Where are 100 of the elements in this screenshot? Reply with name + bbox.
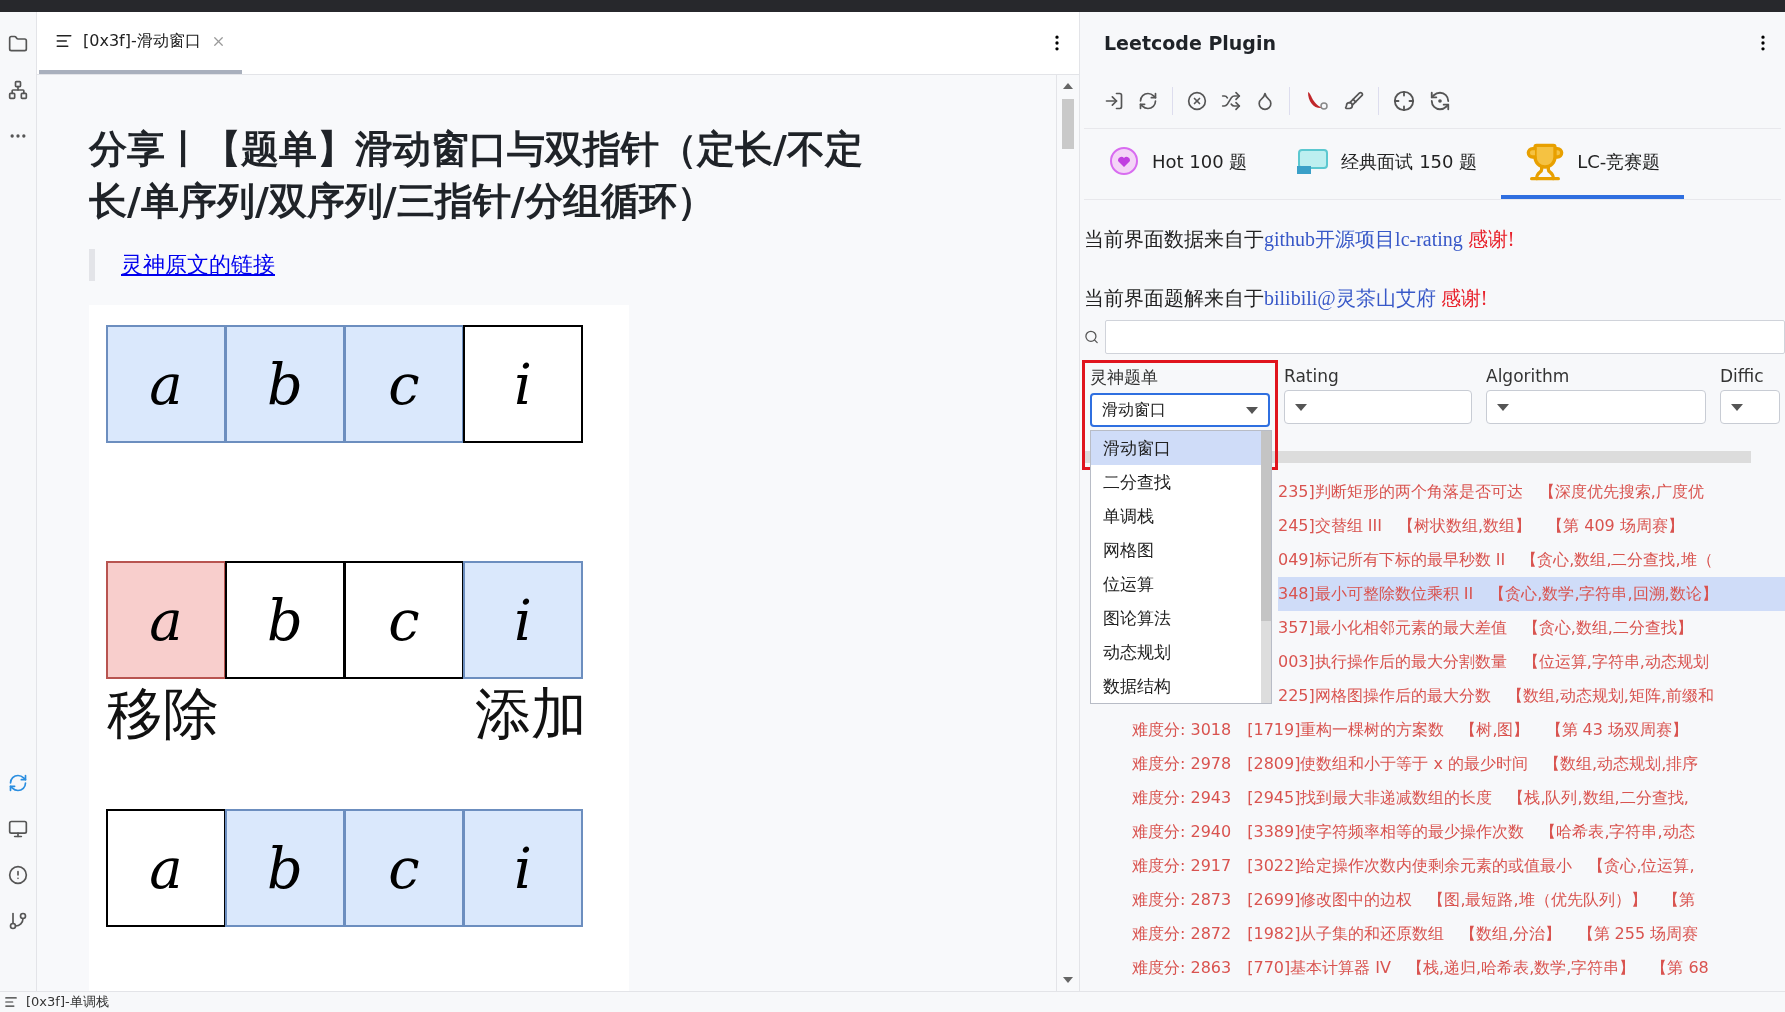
tag-text: 【第 409 场周赛】 [1547,515,1684,537]
problem-title: 357]最小化相邻元素的最大差值 [1278,617,1507,639]
dropdown-option[interactable]: 动态规划 [1091,635,1261,669]
problem-title: [1982]从子集的和还原数组 [1247,923,1445,945]
dropdown-option[interactable]: 数据结构 [1091,669,1261,703]
tag-text: 【数组,分治】 [1460,923,1562,945]
tag-text: 【数组,动态规划,矩阵,前缀和 [1506,685,1715,707]
folder-icon[interactable] [8,34,28,54]
sync-icon[interactable] [8,773,28,793]
problems-icon[interactable] [8,865,28,885]
tag-text: 【贪心,位运算, [1588,855,1695,877]
letter-cell: b [225,325,345,443]
shuffle-icon[interactable] [1221,91,1241,111]
letter-cell: b [225,809,345,927]
tag-text: 【栈,递归,哈希表,数学,字符串】 [1407,957,1636,979]
category-tab[interactable]: 经典面试 150 题 [1271,129,1502,199]
problem-title: [3022]给定操作次数内使剩余元素的或值最小 [1247,855,1573,877]
letter-cell: a [106,325,226,443]
dropdown-option[interactable]: 网格图 [1091,533,1261,567]
problem-row[interactable]: 难度分: 2873 [2699]修改图中的边权 【图,最短路,堆（优先队列）】 【第 [1080,883,1785,917]
search-field[interactable] [1105,320,1785,354]
letter-cell: c [344,325,464,443]
problem-title: 225]网格图操作后的最大分数 [1278,685,1491,707]
git-icon[interactable] [8,911,28,931]
tag-text: 【贪心,数学,字符串,回溯,数论】 [1489,583,1718,605]
problem-title: [3389]使字符频率相等的最少操作次数 [1247,821,1525,843]
problem-row[interactable]: 049]标记所有下标的最早秒数 II 【贪心,数组,二分查找,堆（ [1278,543,1785,577]
dropdown-option[interactable]: 二分查找 [1091,465,1261,499]
crosshair-icon[interactable] [1393,90,1415,112]
tag-text: 【第 43 场双周赛】 [1545,719,1689,741]
rating-text: 难度分: 2873 [1132,889,1232,911]
reload-icon[interactable] [1429,90,1451,112]
refresh-icon[interactable] [1138,91,1158,111]
top-badge-icon [1295,148,1330,176]
problem-row[interactable]: 245]交替组 III 【树状数组,数组】 【第 409 场周赛】 [1278,509,1785,543]
tag-text: 【栈,队列,数组,二分查找, [1508,787,1689,809]
broom-icon[interactable] [1344,91,1364,111]
credit-link[interactable]: github开源项目lc-rating [1264,228,1463,250]
problem-row[interactable]: 难度分: 2940 [3389]使字符频率相等的最少操作次数 【哈希表,字符串,动态 [1080,815,1785,849]
dropdown-option[interactable]: 位运算 [1091,567,1261,601]
filter-select[interactable] [1720,390,1780,424]
rating-text: 难度分: 3018 [1132,719,1232,741]
remove-label: 移除 [107,680,219,748]
letter-cell: a [106,561,226,679]
terminal-icon[interactable] [8,819,28,839]
problem-title: 049]标记所有下标的最早秒数 II [1278,549,1506,571]
problem-title: 003]执行操作后的最大分割数量 [1278,651,1507,673]
problem-row[interactable]: 难度分: 2943 [2945]找到最大非递减数组的长度 【栈,队列,数组,二分查找, [1080,781,1785,815]
tag-text: 【树,图】 [1460,719,1530,741]
article-heading: 分享丨【题单】滑动窗口与双指针（定长/不定长/单序列/双序列/三指针/分组循环） [89,126,864,225]
problem-row[interactable]: 难度分: 2917 [3022]给定操作次数内使剩余元素的或值最小 【贪心,位运算, [1080,849,1785,883]
problem-row[interactable]: 235]判断矩形的两个角落是否可达 【深度优先搜索,广度优 [1278,475,1785,509]
structure-icon[interactable] [8,80,28,100]
problem-title: 235]判断矩形的两个角落是否可达 [1278,481,1523,503]
panel-title: Leetcode Plugin [1104,32,1276,54]
tag-text: 【哈希表,字符串,动态 [1540,821,1695,843]
heart-chat-icon [1108,146,1140,178]
scrollbar[interactable] [1261,431,1271,703]
letter-cell: c [344,809,464,927]
tag-text: 【图,最短路,堆（优先队列）】 [1428,889,1647,911]
problem-title: [2809]使数组和小于等于 x 的最少时间 [1247,753,1529,775]
problem-row[interactable]: 357]最小化相邻元素的最大差值 【贪心,数组,二分查找】 [1278,611,1785,645]
filter-select[interactable]: 滑动窗口 [1090,393,1270,427]
tag-text: 【第 255 场周赛 [1577,923,1699,945]
problem-title: 348]最小可整除数位乘积 II [1278,583,1474,605]
credit-text: 当前界面数据来自于github开源项目lc-rating 感谢! [1084,227,1516,253]
trophy-icon [1525,142,1566,182]
close-circle-icon[interactable] [1187,91,1207,111]
dropdown-option[interactable]: 图论算法 [1091,601,1261,635]
letter-cell: i [463,561,583,679]
login-icon[interactable] [1104,91,1124,111]
tag-text: 【深度优先搜索,广度优 [1538,481,1704,503]
category-tab[interactable]: Hot 100 题 [1084,129,1272,199]
dropdown-option[interactable]: 滑动窗口 [1091,431,1261,465]
problem-row[interactable]: 难度分: 2872 [1982]从子集的和还原数组 【数组,分治】 【第 255 场周赛 [1080,917,1785,951]
letter-cell: a [106,809,226,927]
problem-row[interactable]: 225]网格图操作后的最大分数 【数组,动态规划,矩阵,前缀和 [1278,679,1785,713]
tag-text: 【位运算,字符串,动态规划 [1522,651,1709,673]
rating-text: 难度分: 2872 [1132,923,1232,945]
problem-row[interactable]: 003]执行操作后的最大分割数量 【位运算,字符串,动态规划 [1278,645,1785,679]
rating-text: 难度分: 2943 [1132,787,1232,809]
problem-row[interactable]: 难度分: 2863 [770]基本计算器 IV 【栈,递归,哈希表,数学,字符串】 【第 68 [1080,951,1785,985]
rating-text: 难度分: 2978 [1132,753,1232,775]
source-link[interactable]: 灵神原文的链接 [121,250,275,280]
credit-link[interactable]: bilibili@灵茶山艾府 [1264,287,1436,309]
problem-title: [770]基本计算器 IV [1247,957,1391,979]
problem-row[interactable]: 难度分: 3018 [1719]重构一棵树的方案数 【树,图】 【第 43 场双周赛】 [1080,713,1785,747]
letter-cell: i [463,325,583,443]
document-icon [4,995,18,1009]
tag-text: 【贪心,数组,二分查找】 [1522,617,1693,639]
tag-text: 【第 [1662,889,1695,911]
rating-text: 难度分: 2863 [1132,957,1232,979]
rating-text: 难度分: 2940 [1132,821,1232,843]
file-tab[interactable]: [0x3f]-单调栈 [26,993,109,1011]
credit-text: 当前界面题解来自于bilibili@灵茶山艾府 感谢! [1084,286,1489,312]
problem-row[interactable]: 难度分: 2978 [2809]使数组和小于等于 x 的最少时间 【数组,动态规划,排序 [1080,747,1785,781]
document-icon [55,32,73,50]
problem-title: [1719]重构一棵树的方案数 [1247,719,1445,741]
dropdown-option[interactable]: 单调栈 [1091,499,1261,533]
problem-title: 245]交替组 III [1278,515,1383,537]
